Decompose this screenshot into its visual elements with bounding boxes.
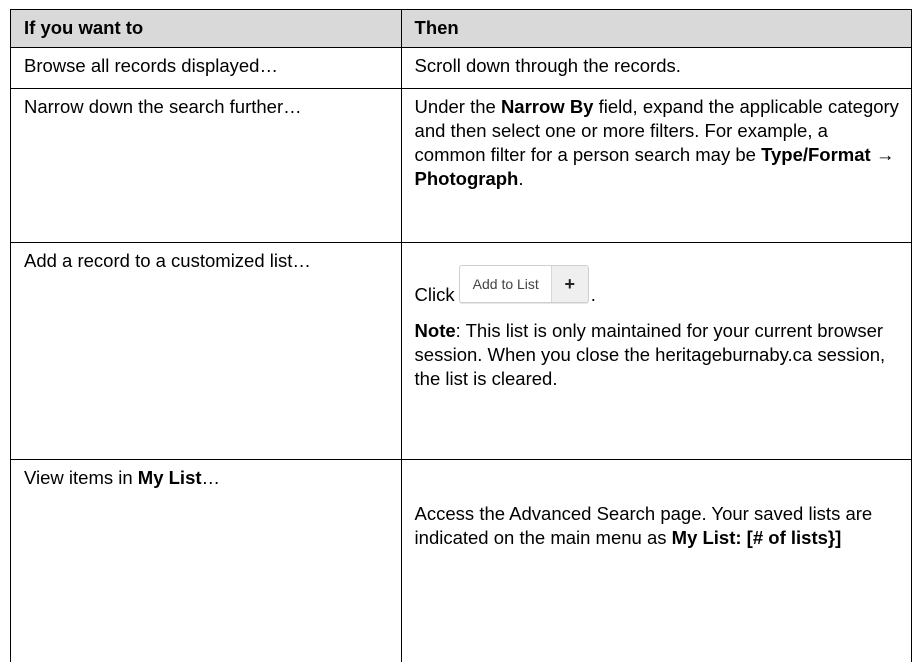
note-label: Note bbox=[415, 320, 456, 341]
action-text: … bbox=[202, 467, 221, 488]
row-action: Add a record to a customized list… bbox=[11, 243, 402, 460]
row-action: Browse all records displayed… bbox=[11, 48, 402, 89]
result-text: Under the bbox=[415, 96, 501, 117]
click-text: Click bbox=[415, 284, 455, 305]
add-to-list-label: Add to List bbox=[460, 266, 551, 302]
row-result: Access the Advanced Search page. Your sa… bbox=[401, 460, 911, 662]
narrow-by-term: Narrow By bbox=[501, 96, 594, 117]
row-result: ClickAdd to List+. Note: This list is on… bbox=[401, 243, 911, 460]
add-to-list-button[interactable]: Add to List+ bbox=[459, 265, 589, 303]
action-text: View items in bbox=[24, 467, 138, 488]
plus-icon: + bbox=[551, 266, 588, 302]
click-suffix: . bbox=[591, 284, 596, 305]
row-result: Under the Narrow By field, expand the ap… bbox=[401, 89, 911, 243]
header-if-you-want-to: If you want to bbox=[11, 10, 402, 48]
table-row: View items in My List… Access the Advanc… bbox=[11, 460, 912, 662]
table-row: Narrow down the search further… Under th… bbox=[11, 89, 912, 243]
row-action: View items in My List… bbox=[11, 460, 402, 662]
row-action: Narrow down the search further… bbox=[11, 89, 402, 243]
table-header-row: If you want to Then bbox=[11, 10, 912, 48]
table-row: Add a record to a customized list… Click… bbox=[11, 243, 912, 460]
click-instruction: ClickAdd to List+. bbox=[415, 265, 903, 307]
result-text: . bbox=[518, 168, 523, 189]
instruction-table: If you want to Then Browse all records d… bbox=[10, 9, 912, 662]
my-list-term: My List bbox=[138, 467, 202, 488]
row-result: Scroll down through the records. bbox=[401, 48, 911, 89]
table-row: Browse all records displayed… Scroll dow… bbox=[11, 48, 912, 89]
note-text: : This list is only maintained for your … bbox=[415, 320, 886, 389]
header-then: Then bbox=[401, 10, 911, 48]
note-paragraph: Note: This list is only maintained for y… bbox=[415, 319, 903, 391]
my-list-count-term: My List: [# of lists}] bbox=[672, 527, 842, 548]
